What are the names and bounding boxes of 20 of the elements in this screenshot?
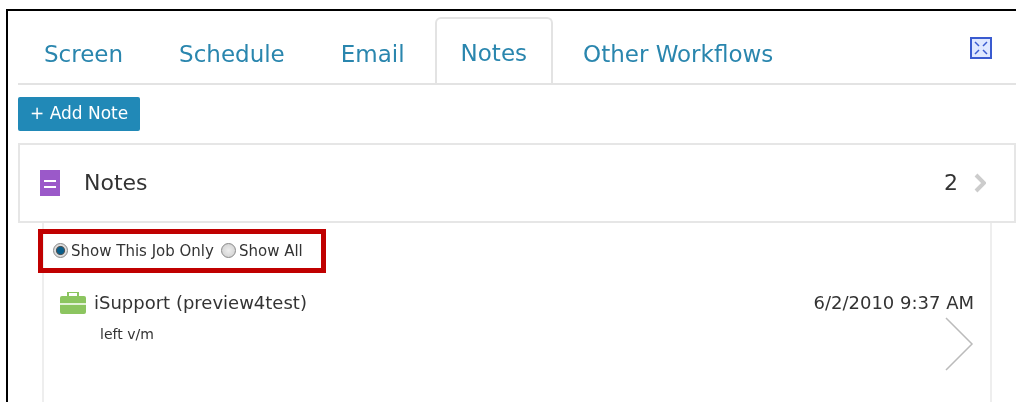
note-time: 6/2/2010 9:37 AM [813, 291, 974, 315]
tab[interactable]: Email [314, 19, 431, 83]
tab[interactable]: Other Workflows [557, 19, 800, 83]
radio-label[interactable]: Show All [238, 239, 303, 262]
tab[interactable]: Screen [18, 19, 150, 83]
note-count: 2 [944, 169, 958, 197]
panel-title: Notes [84, 169, 148, 197]
radio-label[interactable]: Show This Job Only [71, 239, 214, 262]
add-note-button[interactable]: + Add Note [18, 97, 141, 131]
note-text: left v/m [99, 325, 155, 344]
tab[interactable]: Notes [434, 17, 554, 83]
notes-panel-header[interactable]: Notes 2 [18, 142, 1016, 223]
radio-button[interactable] [53, 243, 68, 259]
note-author: iSupport (preview4test) [94, 291, 307, 315]
tab[interactable]: Schedule [153, 19, 311, 83]
radio-button[interactable] [220, 243, 236, 259]
chevron-icon [974, 172, 986, 193]
notepad-icon [40, 169, 60, 196]
briefcase-icon [60, 291, 86, 314]
expand-icon[interactable] [970, 37, 992, 59]
